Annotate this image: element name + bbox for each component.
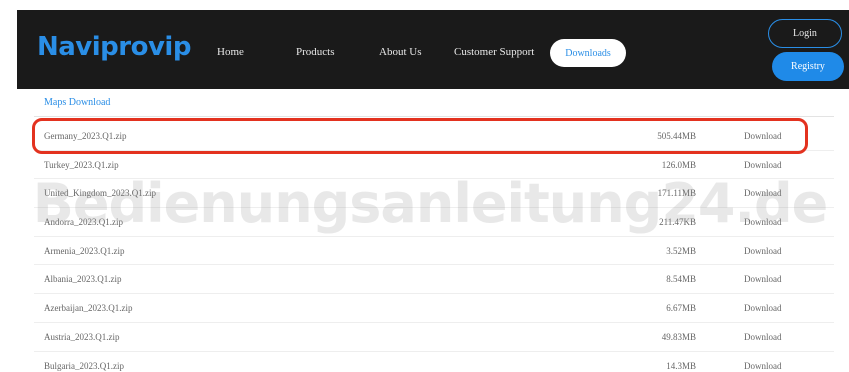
nav-products[interactable]: Products xyxy=(296,46,335,58)
download-link[interactable]: Download xyxy=(744,361,782,371)
section-divider xyxy=(34,116,834,117)
file-row: Bulgaria_2023.Q1.zip 14.3MB Download xyxy=(34,352,834,372)
download-link[interactable]: Download xyxy=(744,131,782,141)
file-size: 126.0MB xyxy=(661,159,696,170)
file-name: Azerbaijan_2023.Q1.zip xyxy=(44,303,133,314)
file-size: 6.67MB xyxy=(666,303,696,314)
download-link[interactable]: Download xyxy=(744,160,782,170)
file-size: 505.44MB xyxy=(657,131,696,141)
file-row: Germany_2023.Q1.zip 505.44MB Download xyxy=(34,122,834,151)
watermark: Bedienungsanleitung24.de xyxy=(32,172,829,235)
download-link[interactable]: Download xyxy=(744,303,782,313)
download-link[interactable]: Download xyxy=(744,332,782,342)
file-size: 14.3MB xyxy=(666,360,696,371)
file-list: Germany_2023.Q1.zip 505.44MB Download Tu… xyxy=(0,122,849,372)
file-name: Armenia_2023.Q1.zip xyxy=(44,245,125,256)
nav-customer-support[interactable]: Customer Support xyxy=(454,46,534,58)
download-link[interactable]: Download xyxy=(744,246,782,256)
file-name: Turkey_2023.Q1.zip xyxy=(44,159,119,170)
file-size: 3.52MB xyxy=(666,245,696,256)
file-row: Azerbaijan_2023.Q1.zip 6.67MB Download xyxy=(34,294,834,323)
download-link[interactable]: Download xyxy=(744,274,782,284)
nav-downloads[interactable]: Downloads xyxy=(550,39,626,67)
nav-about-us[interactable]: About Us xyxy=(379,46,421,58)
file-row: Albania_2023.Q1.zip 8.54MB Download xyxy=(34,265,834,295)
file-size: 8.54MB xyxy=(666,274,696,285)
login-button[interactable]: Login xyxy=(768,19,842,48)
nav-home[interactable]: Home xyxy=(217,46,244,58)
file-name: Germany_2023.Q1.zip xyxy=(44,131,127,141)
file-name: Austria_2023.Q1.zip xyxy=(44,331,120,342)
file-name: Bulgaria_2023.Q1.zip xyxy=(44,360,124,371)
logo[interactable]: Naviprovip xyxy=(37,32,191,62)
section-title: Maps Download xyxy=(44,97,111,108)
file-size: 49.83MB xyxy=(661,331,696,342)
registry-button[interactable]: Registry xyxy=(772,52,844,81)
file-row: Austria_2023.Q1.zip 49.83MB Download xyxy=(34,323,834,352)
file-name: Albania_2023.Q1.zip xyxy=(44,274,122,285)
top-navbar: Naviprovip Home Products About Us Custom… xyxy=(17,10,849,89)
file-row: Armenia_2023.Q1.zip 3.52MB Download xyxy=(34,237,834,266)
